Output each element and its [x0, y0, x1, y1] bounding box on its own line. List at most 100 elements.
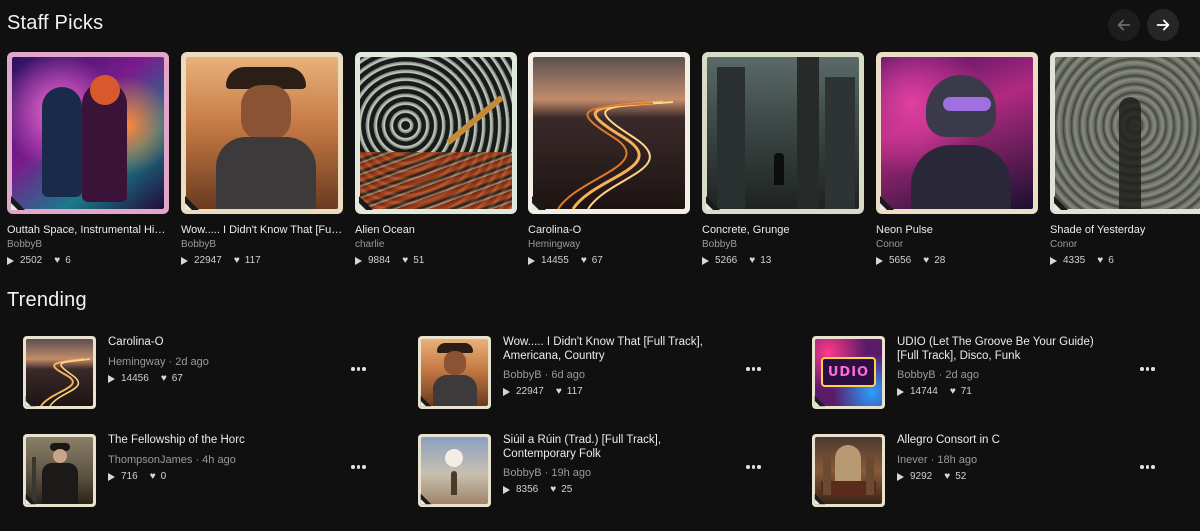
meta-separator: ·	[544, 467, 549, 479]
staff-picks-title: Staff Picks	[7, 12, 104, 34]
staff-pick-card[interactable]: Alien Ocean charlie 9884 ♥ 51	[355, 52, 517, 266]
track-title[interactable]: Shade of Yesterday	[1050, 224, 1200, 236]
more-horizontal-icon	[351, 367, 355, 371]
like-count: 13	[760, 255, 772, 266]
staff-pick-card[interactable]: Neon Pulse Conor 5656 ♥ 28	[876, 52, 1038, 266]
play-count: 14455	[541, 255, 569, 266]
prev-button[interactable]	[1108, 9, 1140, 41]
track-author[interactable]: BobbyB	[503, 467, 542, 479]
like-count: 51	[413, 255, 425, 266]
track-stats: 22947 ♥ 117	[181, 255, 343, 266]
track-title[interactable]: Wow..... I Didn't Know That [Full...	[181, 224, 343, 236]
heart-icon: ♥	[160, 373, 167, 384]
track-author[interactable]: Inever	[897, 454, 928, 466]
track-title[interactable]: Carolina-O	[108, 336, 328, 350]
track-title[interactable]: UDIO (Let The Groove Be Your Guide) [Ful…	[897, 336, 1117, 363]
track-author[interactable]: Conor	[876, 239, 1038, 250]
trending-item[interactable]: The Fellowship of the Horc ThompsonJames…	[23, 434, 393, 508]
track-meta: ThompsonJames · 4h ago	[108, 454, 236, 466]
card-frame	[181, 52, 343, 214]
track-title[interactable]: Allegro Consort in C	[897, 434, 1117, 448]
track-author[interactable]: ThompsonJames	[108, 454, 192, 466]
track-title[interactable]: Carolina-O	[528, 224, 690, 236]
track-title[interactable]: Wow..... I Didn't Know That [Full Track]…	[503, 336, 723, 363]
udio-logo-icon	[420, 493, 432, 505]
track-title[interactable]: The Fellowship of the Horc	[108, 434, 328, 448]
more-options-button[interactable]	[1140, 364, 1158, 374]
album-art[interactable]	[12, 57, 164, 209]
more-options-button[interactable]	[746, 364, 764, 374]
udio-logo-icon	[25, 395, 37, 407]
next-button[interactable]	[1147, 9, 1179, 41]
track-age: 18h ago	[937, 454, 978, 466]
track-author[interactable]: charlie	[355, 239, 517, 250]
heart-icon: ♥	[949, 386, 956, 397]
track-author[interactable]: Conor	[1050, 239, 1200, 250]
track-title[interactable]: Siúil a Rúin (Trad.) [Full Track], Conte…	[503, 434, 723, 461]
heart-icon: ♥	[1097, 255, 1104, 266]
udio-logo-icon	[706, 196, 720, 210]
card-frame	[418, 336, 491, 409]
like-count: 25	[561, 484, 573, 495]
track-stats: 2502 ♥ 6	[7, 255, 169, 266]
track-author[interactable]: Hemingway	[108, 356, 165, 368]
trending-item[interactable]: UDIO UDIO (Let The Groove Be Your Guide)…	[812, 336, 1182, 410]
trending-item[interactable]: Carolina-O Hemingway · 2d ago 14456 ♥ 67	[23, 336, 393, 410]
play-icon	[181, 256, 188, 265]
like-count: 67	[171, 373, 183, 384]
card-frame	[702, 52, 864, 214]
track-stats: 5266 ♥ 13	[702, 255, 864, 266]
udio-logo-icon	[880, 196, 894, 210]
heart-icon: ♥	[149, 471, 156, 482]
track-author[interactable]: BobbyB	[702, 239, 864, 250]
like-count: 117	[566, 386, 583, 397]
track-meta: Hemingway · 2d ago	[108, 356, 209, 368]
track-title[interactable]: Concrete, Grunge	[702, 224, 864, 236]
meta-separator: ·	[168, 356, 173, 368]
play-count: 8356	[516, 484, 539, 495]
trending-item[interactable]: Wow..... I Didn't Know That [Full Track]…	[418, 336, 788, 410]
staff-pick-card[interactable]: Outtah Space, Instrumental Hip... BobbyB…	[7, 52, 169, 266]
udio-logo-icon	[11, 196, 25, 210]
track-title[interactable]: Alien Ocean	[355, 224, 517, 236]
album-art[interactable]	[707, 57, 859, 209]
more-options-button[interactable]	[746, 462, 764, 472]
staff-pick-card[interactable]: Concrete, Grunge BobbyB 5266 ♥ 13	[702, 52, 864, 266]
like-count: 28	[934, 255, 946, 266]
card-frame	[23, 434, 96, 507]
card-frame	[355, 52, 517, 214]
album-art[interactable]	[360, 57, 512, 209]
play-count: 2502	[20, 255, 43, 266]
play-count: 14456	[121, 373, 149, 384]
play-icon	[7, 256, 14, 265]
track-author[interactable]: BobbyB	[897, 369, 936, 381]
track-title[interactable]: Neon Pulse	[876, 224, 1038, 236]
staff-pick-card[interactable]: Wow..... I Didn't Know That [Full... Bob…	[181, 52, 343, 266]
play-icon	[355, 256, 362, 265]
track-age: 2d ago	[175, 356, 209, 368]
staff-pick-card[interactable]: Carolina-O Hemingway 14455 ♥ 67	[528, 52, 690, 266]
more-options-button[interactable]	[351, 462, 369, 472]
staff-pick-card[interactable]: Shade of Yesterday Conor 4335 ♥ 6	[1050, 52, 1200, 266]
album-art[interactable]	[1055, 57, 1200, 209]
card-frame	[7, 52, 169, 214]
track-title[interactable]: Outtah Space, Instrumental Hip...	[7, 224, 169, 236]
trending-item[interactable]: Siúil a Rúin (Trad.) [Full Track], Conte…	[418, 434, 788, 508]
track-author[interactable]: BobbyB	[503, 369, 542, 381]
track-stats: 8356 ♥ 25	[503, 484, 572, 495]
track-author[interactable]: BobbyB	[7, 239, 169, 250]
track-author[interactable]: Hemingway	[528, 239, 690, 250]
card-frame	[812, 434, 885, 507]
more-options-button[interactable]	[351, 364, 369, 374]
album-art[interactable]	[533, 57, 685, 209]
more-horizontal-icon	[351, 465, 355, 469]
trending-item[interactable]: Allegro Consort in C Inever · 18h ago 92…	[812, 434, 1182, 508]
album-art[interactable]	[881, 57, 1033, 209]
udio-logo-icon	[814, 395, 826, 407]
more-options-button[interactable]	[1140, 462, 1158, 472]
meta-separator: ·	[195, 454, 200, 466]
track-meta: Inever · 18h ago	[897, 454, 977, 466]
track-author[interactable]: BobbyB	[181, 239, 343, 250]
album-art[interactable]	[186, 57, 338, 209]
play-icon	[876, 256, 883, 265]
